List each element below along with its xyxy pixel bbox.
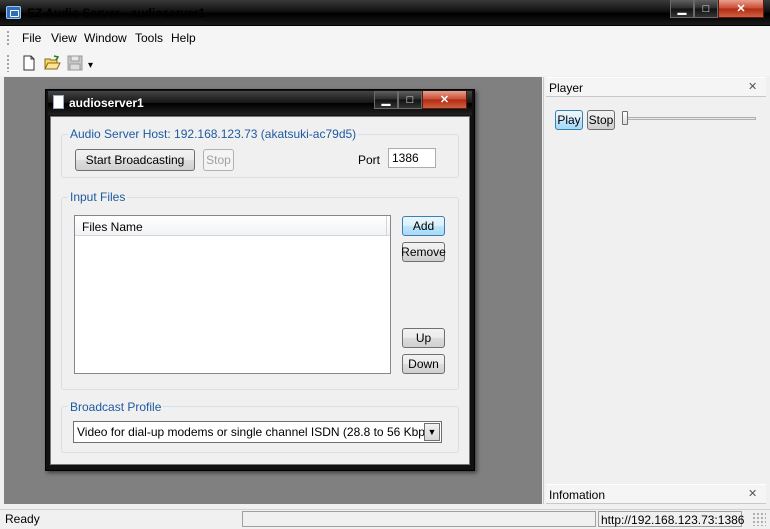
- chevron-down-icon[interactable]: ▼: [424, 423, 440, 441]
- child-window-title: audioserver1: [69, 96, 144, 110]
- side-panel: [543, 77, 770, 504]
- play-button[interactable]: Play: [555, 110, 583, 130]
- port-input[interactable]: 1386: [388, 148, 436, 168]
- minimize-button[interactable]: ▁: [670, 0, 694, 18]
- remove-button[interactable]: Remove: [401, 242, 446, 262]
- host-group-label: Audio Server Host: 192.168.123.73 (akats…: [68, 127, 359, 141]
- playback-slider-track[interactable]: [622, 117, 756, 120]
- info-panel-title: Infomation: [549, 488, 606, 502]
- menu-file[interactable]: File: [22, 31, 41, 45]
- menu-grip[interactable]: [6, 30, 10, 46]
- toolbar-grip[interactable]: [6, 54, 10, 72]
- maximize-button[interactable]: □: [694, 0, 718, 18]
- child-maximize-button[interactable]: □: [398, 91, 422, 109]
- player-panel-title: Player: [549, 81, 584, 95]
- menu-tools[interactable]: Tools: [135, 31, 163, 45]
- menu-window[interactable]: Window: [84, 31, 127, 45]
- toolbar-overflow-icon[interactable]: ▾: [88, 60, 93, 71]
- down-button[interactable]: Down: [402, 354, 445, 374]
- menu-view[interactable]: View: [51, 31, 77, 45]
- up-button[interactable]: Up: [402, 328, 445, 348]
- start-broadcasting-button[interactable]: Start Broadcasting: [75, 149, 195, 171]
- status-url: http://192.168.123.73:1386: [601, 513, 745, 527]
- status-text: Ready: [5, 512, 40, 526]
- files-name-column[interactable]: Files Name: [82, 220, 143, 234]
- player-stop-button[interactable]: Stop: [587, 110, 615, 130]
- menu-help[interactable]: Help: [171, 31, 196, 45]
- playback-slider-thumb[interactable]: [622, 111, 628, 125]
- save-disk-icon[interactable]: [66, 54, 84, 72]
- window-title: EZ Audio Server - audioserver1: [27, 6, 206, 20]
- child-minimize-button[interactable]: ▁: [374, 91, 398, 109]
- open-folder-icon[interactable]: [43, 54, 61, 72]
- input-files-label: Input Files: [68, 190, 128, 204]
- status-progress-pane: [242, 511, 596, 527]
- new-document-icon[interactable]: [20, 54, 38, 72]
- info-close-icon[interactable]: ✕: [748, 487, 757, 500]
- close-button[interactable]: ✕: [718, 0, 764, 18]
- port-label: Port: [358, 153, 381, 167]
- resize-grip[interactable]: [752, 512, 766, 526]
- column-divider[interactable]: [386, 216, 387, 236]
- stop-broadcast-button[interactable]: Stop: [203, 149, 234, 171]
- files-list[interactable]: [74, 215, 391, 374]
- add-button[interactable]: Add: [402, 216, 445, 236]
- broadcast-profile-label: Broadcast Profile: [68, 400, 164, 414]
- broadcast-profile-value: Video for dial-up modems or single chann…: [77, 425, 435, 439]
- player-close-icon[interactable]: ✕: [748, 80, 757, 93]
- document-icon: [53, 95, 64, 109]
- child-close-button[interactable]: ✕: [422, 91, 467, 109]
- app-icon: [6, 6, 21, 19]
- toolbar: [0, 50, 770, 76]
